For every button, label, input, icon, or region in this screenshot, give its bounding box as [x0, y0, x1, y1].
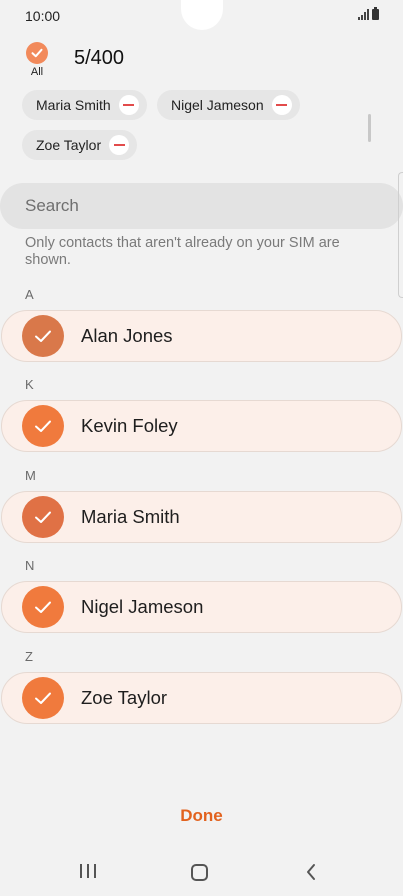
- section-header: N: [25, 558, 35, 573]
- recent-apps-icon[interactable]: [80, 864, 96, 878]
- section-header: K: [25, 377, 34, 392]
- chip-zoe-taylor: Zoe Taylor: [22, 130, 138, 160]
- chip-maria-smith: Maria Smith: [22, 90, 147, 120]
- home-icon[interactable]: [191, 864, 208, 881]
- search-input[interactable]: [0, 183, 403, 229]
- back-icon[interactable]: [305, 863, 317, 886]
- select-all-check-icon: [26, 42, 48, 64]
- contact-name: Alan Jones: [81, 325, 173, 346]
- chip-label: Maria Smith: [36, 97, 111, 113]
- select-all-toggle[interactable]: All: [25, 42, 49, 78]
- contact-row-maria-smith[interactable]: Maria Smith: [1, 491, 402, 543]
- contact-name: Nigel Jameson: [81, 596, 204, 617]
- battery-icon: [372, 7, 379, 20]
- chip-label: Nigel Jameson: [171, 97, 264, 113]
- selected-count: 5/400: [74, 47, 125, 69]
- contact-name: Maria Smith: [81, 506, 180, 527]
- status-icons: [358, 7, 379, 20]
- contact-row-zoe-taylor[interactable]: Zoe Taylor: [1, 672, 402, 724]
- checked-checkbox-icon[interactable]: [22, 586, 64, 628]
- section-header: A: [25, 287, 34, 302]
- select-all-label: All: [30, 66, 44, 78]
- checked-checkbox-icon[interactable]: [22, 496, 64, 538]
- contact-name: Kevin Foley: [81, 415, 178, 436]
- remove-icon[interactable]: [271, 95, 292, 115]
- done-button[interactable]: Done: [0, 806, 403, 826]
- navigation-bar: [0, 855, 403, 891]
- section-header: M: [25, 468, 36, 483]
- chips-scrollbar[interactable]: [368, 114, 371, 142]
- chip-nigel-jameson: Nigel Jameson: [157, 90, 300, 120]
- status-bar: 10:00: [0, 0, 403, 32]
- list-scrollbar[interactable]: [398, 172, 403, 298]
- contact-row-kevin-foley[interactable]: Kevin Foley: [1, 400, 402, 452]
- sim-info-text: Only contacts that aren't already on you…: [25, 235, 340, 268]
- contact-row-nigel-jameson[interactable]: Nigel Jameson: [1, 581, 402, 633]
- camera-notch: [181, 0, 223, 30]
- remove-icon[interactable]: [118, 95, 139, 115]
- checked-checkbox-icon[interactable]: [22, 315, 64, 357]
- remove-icon[interactable]: [109, 135, 130, 155]
- checked-checkbox-icon[interactable]: [22, 405, 64, 447]
- contact-row-alan-jones[interactable]: Alan Jones: [1, 310, 402, 362]
- signal-icon: [358, 9, 369, 20]
- section-header: Z: [25, 649, 33, 664]
- status-time: 10:00: [25, 8, 61, 24]
- checked-checkbox-icon[interactable]: [22, 677, 64, 719]
- chip-label: Zoe Taylor: [36, 137, 102, 153]
- contact-name: Zoe Taylor: [81, 687, 168, 708]
